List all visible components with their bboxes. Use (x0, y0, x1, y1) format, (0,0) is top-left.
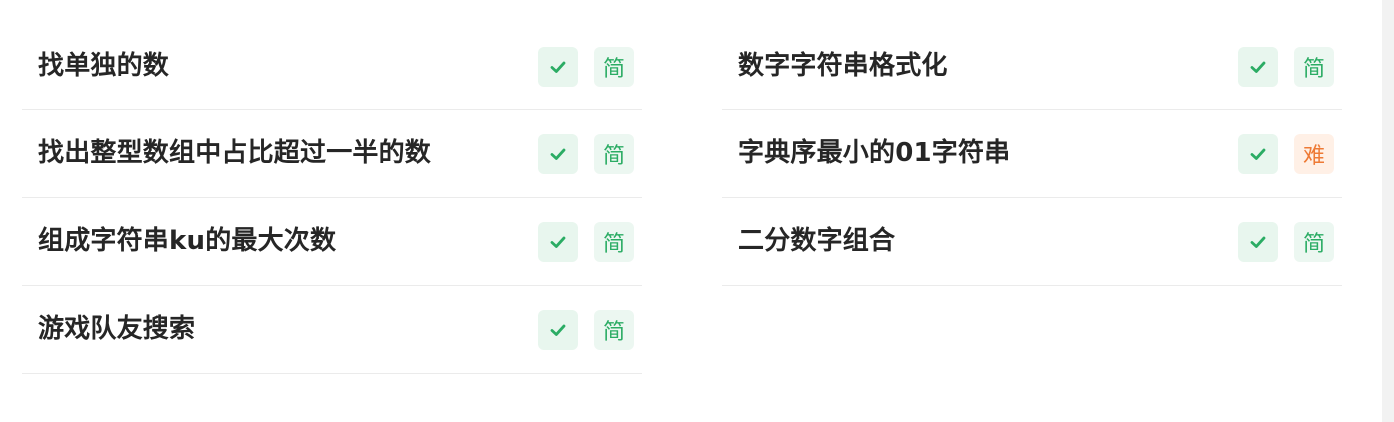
solved-check-icon (538, 222, 578, 262)
solved-check-icon (1238, 134, 1278, 174)
problem-title[interactable]: 字典序最小的01字符串 (738, 110, 1010, 197)
problem-row[interactable]: 二分数字组合 简 (722, 198, 1342, 286)
solved-check-icon (538, 134, 578, 174)
solved-check-icon (1238, 47, 1278, 87)
difficulty-badge: 简 (1294, 222, 1334, 262)
difficulty-badge: 简 (1294, 47, 1334, 87)
difficulty-badge: 难 (1294, 134, 1334, 174)
difficulty-badge: 简 (594, 222, 634, 262)
problem-list-page: 找单独的数 简 找出整型数组中占比超过一半的数 简 组成字符串ku的最大次数 简… (0, 0, 1394, 422)
problem-row[interactable]: 数字字符串格式化 简 (722, 23, 1342, 110)
solved-check-icon (538, 47, 578, 87)
problem-badges: 简 (1238, 47, 1334, 87)
problem-row[interactable]: 找单独的数 简 (22, 23, 642, 110)
difficulty-badge: 简 (594, 310, 634, 350)
difficulty-badge: 简 (594, 47, 634, 87)
problem-badges: 难 (1238, 134, 1334, 174)
problem-row[interactable]: 找出整型数组中占比超过一半的数 简 (22, 110, 642, 198)
problem-list-left: 找单独的数 简 找出整型数组中占比超过一半的数 简 组成字符串ku的最大次数 简… (22, 23, 642, 374)
problem-title[interactable]: 找出整型数组中占比超过一半的数 (38, 110, 431, 197)
problem-title[interactable]: 找单独的数 (38, 23, 169, 110)
problem-row[interactable]: 游戏队友搜索 简 (22, 286, 642, 374)
problem-title[interactable]: 组成字符串ku的最大次数 (38, 198, 336, 285)
problem-badges: 简 (538, 310, 634, 350)
problem-title[interactable]: 游戏队友搜索 (38, 286, 195, 373)
problem-badges: 简 (538, 134, 634, 174)
problem-badges: 简 (538, 222, 634, 262)
problem-title[interactable]: 二分数字组合 (738, 198, 895, 285)
problem-row[interactable]: 组成字符串ku的最大次数 简 (22, 198, 642, 286)
problem-row[interactable]: 字典序最小的01字符串 难 (722, 110, 1342, 198)
difficulty-badge: 简 (594, 134, 634, 174)
problem-badges: 简 (538, 47, 634, 87)
solved-check-icon (538, 310, 578, 350)
scrollbar-track[interactable] (1382, 0, 1394, 422)
problem-badges: 简 (1238, 222, 1334, 262)
problem-title[interactable]: 数字字符串格式化 (738, 23, 948, 110)
solved-check-icon (1238, 222, 1278, 262)
problem-list-right: 数字字符串格式化 简 字典序最小的01字符串 难 二分数字组合 简 (722, 23, 1342, 286)
